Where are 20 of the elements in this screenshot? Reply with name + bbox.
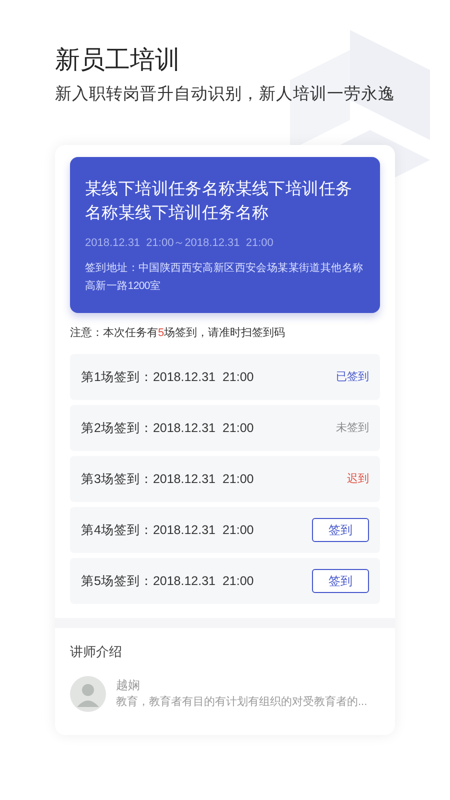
session-label: 第1场签到：2018.12.31 21:00 <box>81 368 254 386</box>
task-address: 签到地址：中国陕西西安高新区西安会场某某街道其他名称高新一路1200室 <box>85 260 364 294</box>
avatar <box>70 676 106 712</box>
check-in-button[interactable]: 签到 <box>312 518 369 542</box>
section-heading: 讲师介绍 <box>70 643 123 661</box>
page-title: 新员工培训 <box>55 45 181 76</box>
status-label: 已签到 <box>336 370 369 385</box>
session-label: 第4场签到：2018.12.31 21:00 <box>81 522 254 539</box>
status-label: 未签到 <box>336 420 369 436</box>
session-label: 第3场签到：2018.12.31 21:00 <box>81 470 254 488</box>
instructor-name: 越娴 <box>116 677 141 694</box>
check-in-button[interactable]: 签到 <box>312 569 369 593</box>
session-label: 第2场签到：2018.12.31 21:00 <box>81 420 254 437</box>
notice-text: 注意：本次任务有5场签到，请准时扫签到码 <box>70 326 286 340</box>
instructor-bio: 教育，教育者有目的有计划有组织的对受教育者的... <box>116 694 368 710</box>
task-title: 某线下培训任务名称某线下培训任务名称某线下培训任务名称 <box>85 179 354 224</box>
page-subtitle: 新入职转岗晋升自动识别，新人培训一劳永逸 <box>55 84 395 105</box>
session-label: 第5场签到：2018.12.31 21:00 <box>81 572 254 590</box>
status-label: 迟到 <box>347 472 369 487</box>
task-time: 2018.12.31 21:00～2018.12.31 21:00 <box>85 236 274 251</box>
